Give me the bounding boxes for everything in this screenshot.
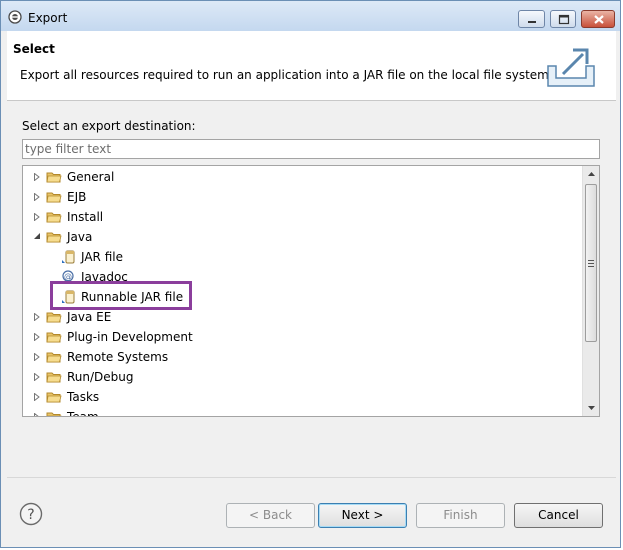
- destination-label: Select an export destination:: [22, 119, 196, 133]
- folder-icon: [46, 412, 62, 416]
- cancel-button[interactable]: Cancel: [514, 503, 603, 528]
- tree-item[interactable]: Remote Systems: [23, 347, 581, 367]
- wizard-content: Select an export destination: General EJB…: [7, 101, 616, 476]
- tree-item-label: General: [67, 170, 115, 184]
- tree-item[interactable]: Java EE: [23, 307, 581, 327]
- filter-input[interactable]: [22, 139, 600, 159]
- expand-arrow-icon[interactable]: [33, 173, 41, 181]
- next-button[interactable]: Next >: [318, 503, 407, 528]
- eclipse-icon: [8, 10, 22, 24]
- close-button[interactable]: [581, 10, 615, 28]
- collapse-arrow-icon[interactable]: [33, 233, 41, 241]
- maximize-icon: [558, 14, 570, 25]
- folder-icon: [46, 212, 62, 223]
- wizard-banner: Select Export all resources required to …: [7, 31, 616, 101]
- expand-arrow-icon[interactable]: [33, 333, 41, 341]
- expand-arrow-icon[interactable]: [33, 213, 41, 221]
- svg-text:?: ?: [27, 507, 34, 523]
- tree-item[interactable]: Tasks: [23, 387, 581, 407]
- highlight-annotation: [50, 281, 192, 310]
- tree-item[interactable]: General: [23, 167, 581, 187]
- folder-icon: [46, 312, 62, 323]
- tree-item[interactable]: JAR file: [23, 247, 581, 267]
- expand-arrow-icon[interactable]: [33, 313, 41, 321]
- minimize-button[interactable]: [518, 10, 545, 28]
- folder-icon: [46, 172, 62, 183]
- export-dialog: Export Select Export all resources requi…: [0, 0, 621, 548]
- expand-arrow-icon[interactable]: [33, 393, 41, 401]
- tree-item-label: Run/Debug: [67, 370, 134, 384]
- tree-item[interactable]: Install: [23, 207, 581, 227]
- folder-icon: [46, 352, 62, 363]
- help-icon[interactable]: ?: [19, 502, 43, 526]
- tree-item[interactable]: Java: [23, 227, 581, 247]
- tree-item-label: Remote Systems: [67, 350, 169, 364]
- tree-item-label: Install: [67, 210, 104, 224]
- scroll-thumb[interactable]: [585, 184, 597, 342]
- close-icon: [594, 15, 604, 24]
- folder-icon: [46, 192, 62, 203]
- vertical-scrollbar[interactable]: [582, 166, 599, 416]
- button-bar: ? < Back Next > Finish Cancel: [7, 477, 616, 544]
- page-description: Export all resources required to run an …: [20, 68, 553, 82]
- minimize-icon: [528, 21, 536, 23]
- svg-text:@: @: [64, 272, 72, 281]
- folder-icon: [46, 232, 62, 243]
- jar-icon: [62, 250, 75, 264]
- tree-item[interactable]: Run/Debug: [23, 367, 581, 387]
- page-title: Select: [13, 42, 55, 56]
- folder-icon: [46, 392, 62, 403]
- tree-item[interactable]: Team: [23, 407, 581, 417]
- finish-button[interactable]: Finish: [416, 503, 505, 528]
- folder-icon: [46, 372, 62, 383]
- expand-arrow-icon[interactable]: [33, 373, 41, 381]
- tree-item[interactable]: EJB: [23, 187, 581, 207]
- expand-arrow-icon[interactable]: [33, 353, 41, 361]
- tree-item[interactable]: Plug-in Development: [23, 327, 581, 347]
- expand-arrow-icon[interactable]: [33, 413, 41, 417]
- folder-icon: [46, 332, 62, 343]
- window-title: Export: [28, 11, 68, 25]
- back-button[interactable]: < Back: [226, 503, 315, 528]
- title-bar: Export: [1, 1, 620, 31]
- tree-item-label: JAR file: [81, 250, 123, 264]
- grip-icon: [588, 260, 594, 267]
- tree-item-label: Java EE: [67, 310, 112, 324]
- tree-item-label: Tasks: [67, 390, 100, 404]
- destination-tree[interactable]: General EJB Install Java JAR file @ Javadoc Run…: [22, 165, 600, 417]
- tree-item-label: Team: [67, 410, 99, 417]
- scroll-up-icon[interactable]: [583, 166, 600, 182]
- expand-arrow-icon[interactable]: [33, 193, 41, 201]
- tree-item-label: Plug-in Development: [67, 330, 193, 344]
- scroll-down-icon[interactable]: [583, 400, 600, 416]
- tree-item-label: EJB: [67, 190, 87, 204]
- tree-item-label: Java: [67, 230, 93, 244]
- maximize-button[interactable]: [550, 10, 576, 28]
- export-icon: [547, 48, 595, 87]
